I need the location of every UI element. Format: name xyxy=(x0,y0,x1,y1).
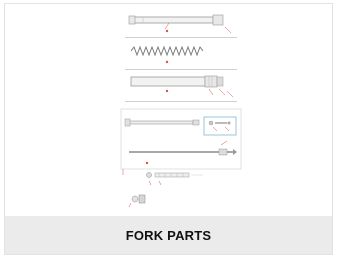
product-title-bar[interactable]: FORK PARTS xyxy=(5,216,332,254)
exploded-diagram xyxy=(120,14,242,208)
small-parts xyxy=(122,169,203,208)
fork-tube-top xyxy=(128,14,232,34)
fork-spring xyxy=(130,45,204,64)
product-card[interactable]: FORK PARTS xyxy=(4,3,333,255)
fork-tube-lower xyxy=(130,75,234,98)
fork-parts-diagram-icon[interactable] xyxy=(109,9,253,214)
product-title[interactable]: FORK PARTS xyxy=(126,228,212,243)
damper-rod xyxy=(120,108,242,170)
long-rod xyxy=(129,140,237,165)
